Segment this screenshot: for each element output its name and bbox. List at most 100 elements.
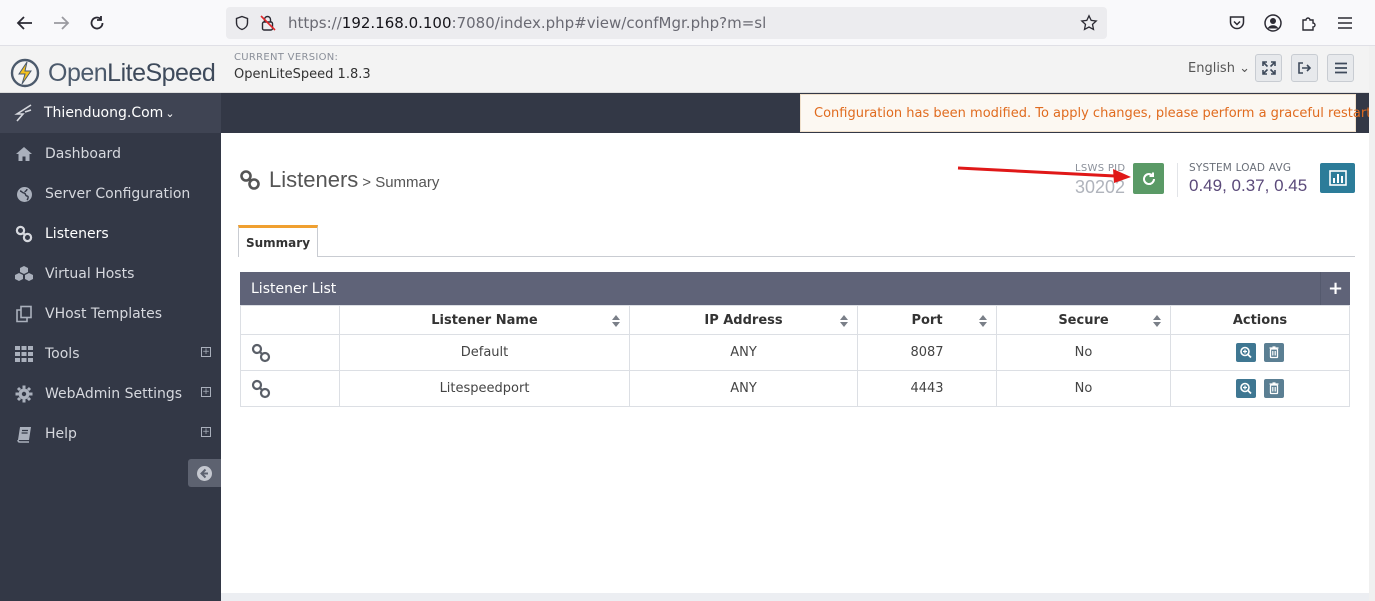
actions-cell bbox=[1170, 370, 1350, 407]
reload-icon[interactable] bbox=[84, 10, 110, 36]
sort-icon[interactable] bbox=[979, 315, 987, 327]
port-cell: 8087 bbox=[857, 334, 997, 371]
logout-button[interactable] bbox=[1291, 54, 1318, 82]
sidebar-item-virtual-hosts[interactable]: Virtual Hosts bbox=[0, 254, 221, 294]
load-avg-label: SYSTEM LOAD AVG bbox=[1189, 162, 1292, 174]
panel-title: Listener List bbox=[251, 280, 337, 297]
url-text[interactable]: https://192.168.0.100:7080/index.php#vie… bbox=[288, 14, 766, 32]
plus-icon: + bbox=[1327, 278, 1344, 299]
column-header-port[interactable]: Port bbox=[857, 305, 997, 335]
copy-icon bbox=[14, 305, 34, 323]
column-header-listener-name[interactable]: Listener Name bbox=[339, 305, 630, 335]
account-icon[interactable] bbox=[1260, 10, 1286, 36]
openlitespeed-logo[interactable]: OpenLiteSpeed bbox=[10, 58, 216, 88]
language-dropdown[interactable]: English ⌄ bbox=[1188, 61, 1250, 76]
scrollbar[interactable] bbox=[1369, 46, 1375, 601]
tab-summary[interactable]: Summary bbox=[238, 225, 318, 257]
sidebar-item-listeners[interactable]: Listeners bbox=[0, 214, 221, 254]
trash-icon bbox=[1269, 382, 1279, 395]
zoom-in-icon bbox=[1240, 346, 1252, 359]
stats-divider bbox=[1177, 163, 1178, 197]
app-menu-icon[interactable] bbox=[1332, 10, 1358, 36]
view-button[interactable] bbox=[1235, 379, 1256, 398]
column-header-icon bbox=[240, 305, 340, 335]
lightning-logo-icon bbox=[10, 58, 40, 88]
sidebar-item-label: Tools bbox=[45, 346, 80, 362]
site-selector[interactable]: Thienduong.Com ⌄ bbox=[0, 93, 221, 133]
language-label: English bbox=[1188, 61, 1235, 76]
gear-icon bbox=[14, 385, 34, 403]
port-cell: 4443 bbox=[857, 370, 997, 407]
pocket-icon[interactable] bbox=[1224, 10, 1250, 36]
secure-cell: No bbox=[996, 370, 1171, 407]
table-header-row: Listener Name IP Address Port Secure Act… bbox=[240, 305, 1350, 335]
secure-cell: No bbox=[996, 334, 1171, 371]
arrow-circle-left-icon bbox=[197, 465, 212, 481]
sidebar-item-tools[interactable]: Tools + bbox=[0, 334, 221, 374]
insecure-lock-icon[interactable] bbox=[258, 13, 278, 33]
sidebar-collapse-button[interactable] bbox=[188, 459, 221, 487]
sort-icon[interactable] bbox=[612, 315, 620, 327]
forward-icon[interactable] bbox=[48, 10, 74, 36]
row-icon-cell bbox=[240, 370, 340, 407]
sign-out-icon bbox=[1298, 62, 1312, 74]
version-label: CURRENT VERSION: bbox=[234, 52, 339, 63]
page-title-text: Listeners bbox=[269, 167, 359, 192]
fullscreen-button[interactable] bbox=[1255, 54, 1282, 82]
zoom-in-icon bbox=[1240, 382, 1252, 395]
bookmark-star-icon[interactable] bbox=[1079, 13, 1099, 33]
table-row: Default ANY 8087 No bbox=[240, 334, 1350, 371]
expand-plus-icon[interactable]: + bbox=[201, 387, 211, 397]
load-avg-value: 0.49, 0.37, 0.45 bbox=[1189, 176, 1308, 195]
menu-button[interactable] bbox=[1327, 54, 1354, 82]
expand-plus-icon[interactable]: + bbox=[201, 427, 211, 437]
url-bar[interactable]: https://192.168.0.100:7080/index.php#vie… bbox=[226, 7, 1107, 39]
view-button[interactable] bbox=[1235, 343, 1256, 362]
add-listener-button[interactable]: + bbox=[1320, 272, 1350, 305]
delete-button[interactable] bbox=[1264, 343, 1285, 362]
lightning-icon bbox=[14, 104, 32, 122]
globe-icon bbox=[14, 186, 34, 203]
sidebar-item-dashboard[interactable]: Dashboard bbox=[0, 134, 221, 174]
logo-text: OpenLiteSpeed bbox=[48, 58, 216, 87]
sidebar: Thienduong.Com ⌄ Dashboard Server Config… bbox=[0, 93, 221, 601]
sidebar-item-label: Dashboard bbox=[45, 146, 121, 162]
sidebar-item-label: Help bbox=[45, 426, 77, 442]
graceful-restart-button[interactable] bbox=[1133, 163, 1164, 194]
listener-name-cell: Default bbox=[339, 334, 630, 371]
sidebar-item-label: Virtual Hosts bbox=[45, 266, 135, 282]
sidebar-item-label: VHost Templates bbox=[45, 306, 163, 322]
restart-notice: Configuration has been modified. To appl… bbox=[800, 94, 1375, 132]
app-header: OpenLiteSpeed CURRENT VERSION: OpenLiteS… bbox=[0, 46, 1369, 93]
sort-icon[interactable] bbox=[840, 315, 848, 327]
expand-icon bbox=[1261, 61, 1276, 75]
sort-icon[interactable] bbox=[1153, 315, 1161, 327]
sidebar-item-server-configuration[interactable]: Server Configuration bbox=[0, 174, 221, 214]
site-name: Thienduong.Com bbox=[44, 105, 164, 121]
sidebar-item-label: WebAdmin Settings bbox=[45, 386, 183, 402]
ip-address-cell: ANY bbox=[629, 370, 858, 407]
page-subtitle: > Summary bbox=[362, 174, 440, 191]
back-icon[interactable] bbox=[12, 10, 38, 36]
link-icon bbox=[240, 170, 260, 190]
column-header-secure[interactable]: Secure bbox=[996, 305, 1171, 335]
sidebar-item-vhost-templates[interactable]: VHost Templates bbox=[0, 294, 221, 334]
delete-button[interactable] bbox=[1264, 379, 1285, 398]
trash-icon bbox=[1269, 346, 1279, 359]
chevron-down-icon: ⌄ bbox=[165, 106, 175, 120]
sidebar-item-webadmin-settings[interactable]: WebAdmin Settings + bbox=[0, 374, 221, 414]
actions-cell bbox=[1170, 334, 1350, 371]
bottom-edge bbox=[221, 593, 1369, 601]
home-icon bbox=[14, 146, 34, 162]
expand-plus-icon[interactable]: + bbox=[201, 347, 211, 357]
extensions-icon[interactable] bbox=[1296, 10, 1322, 36]
real-time-stats-button[interactable] bbox=[1320, 163, 1355, 193]
annotation-arrow bbox=[957, 166, 1131, 183]
shield-icon[interactable] bbox=[232, 13, 252, 33]
row-icon-cell bbox=[240, 334, 340, 371]
sidebar-item-help[interactable]: Help + bbox=[0, 414, 221, 454]
link-icon bbox=[14, 225, 34, 243]
listener-name-cell: Litespeedport bbox=[339, 370, 630, 407]
column-header-ip-address[interactable]: IP Address bbox=[629, 305, 858, 335]
table-row: Litespeedport ANY 4443 No bbox=[240, 370, 1350, 407]
